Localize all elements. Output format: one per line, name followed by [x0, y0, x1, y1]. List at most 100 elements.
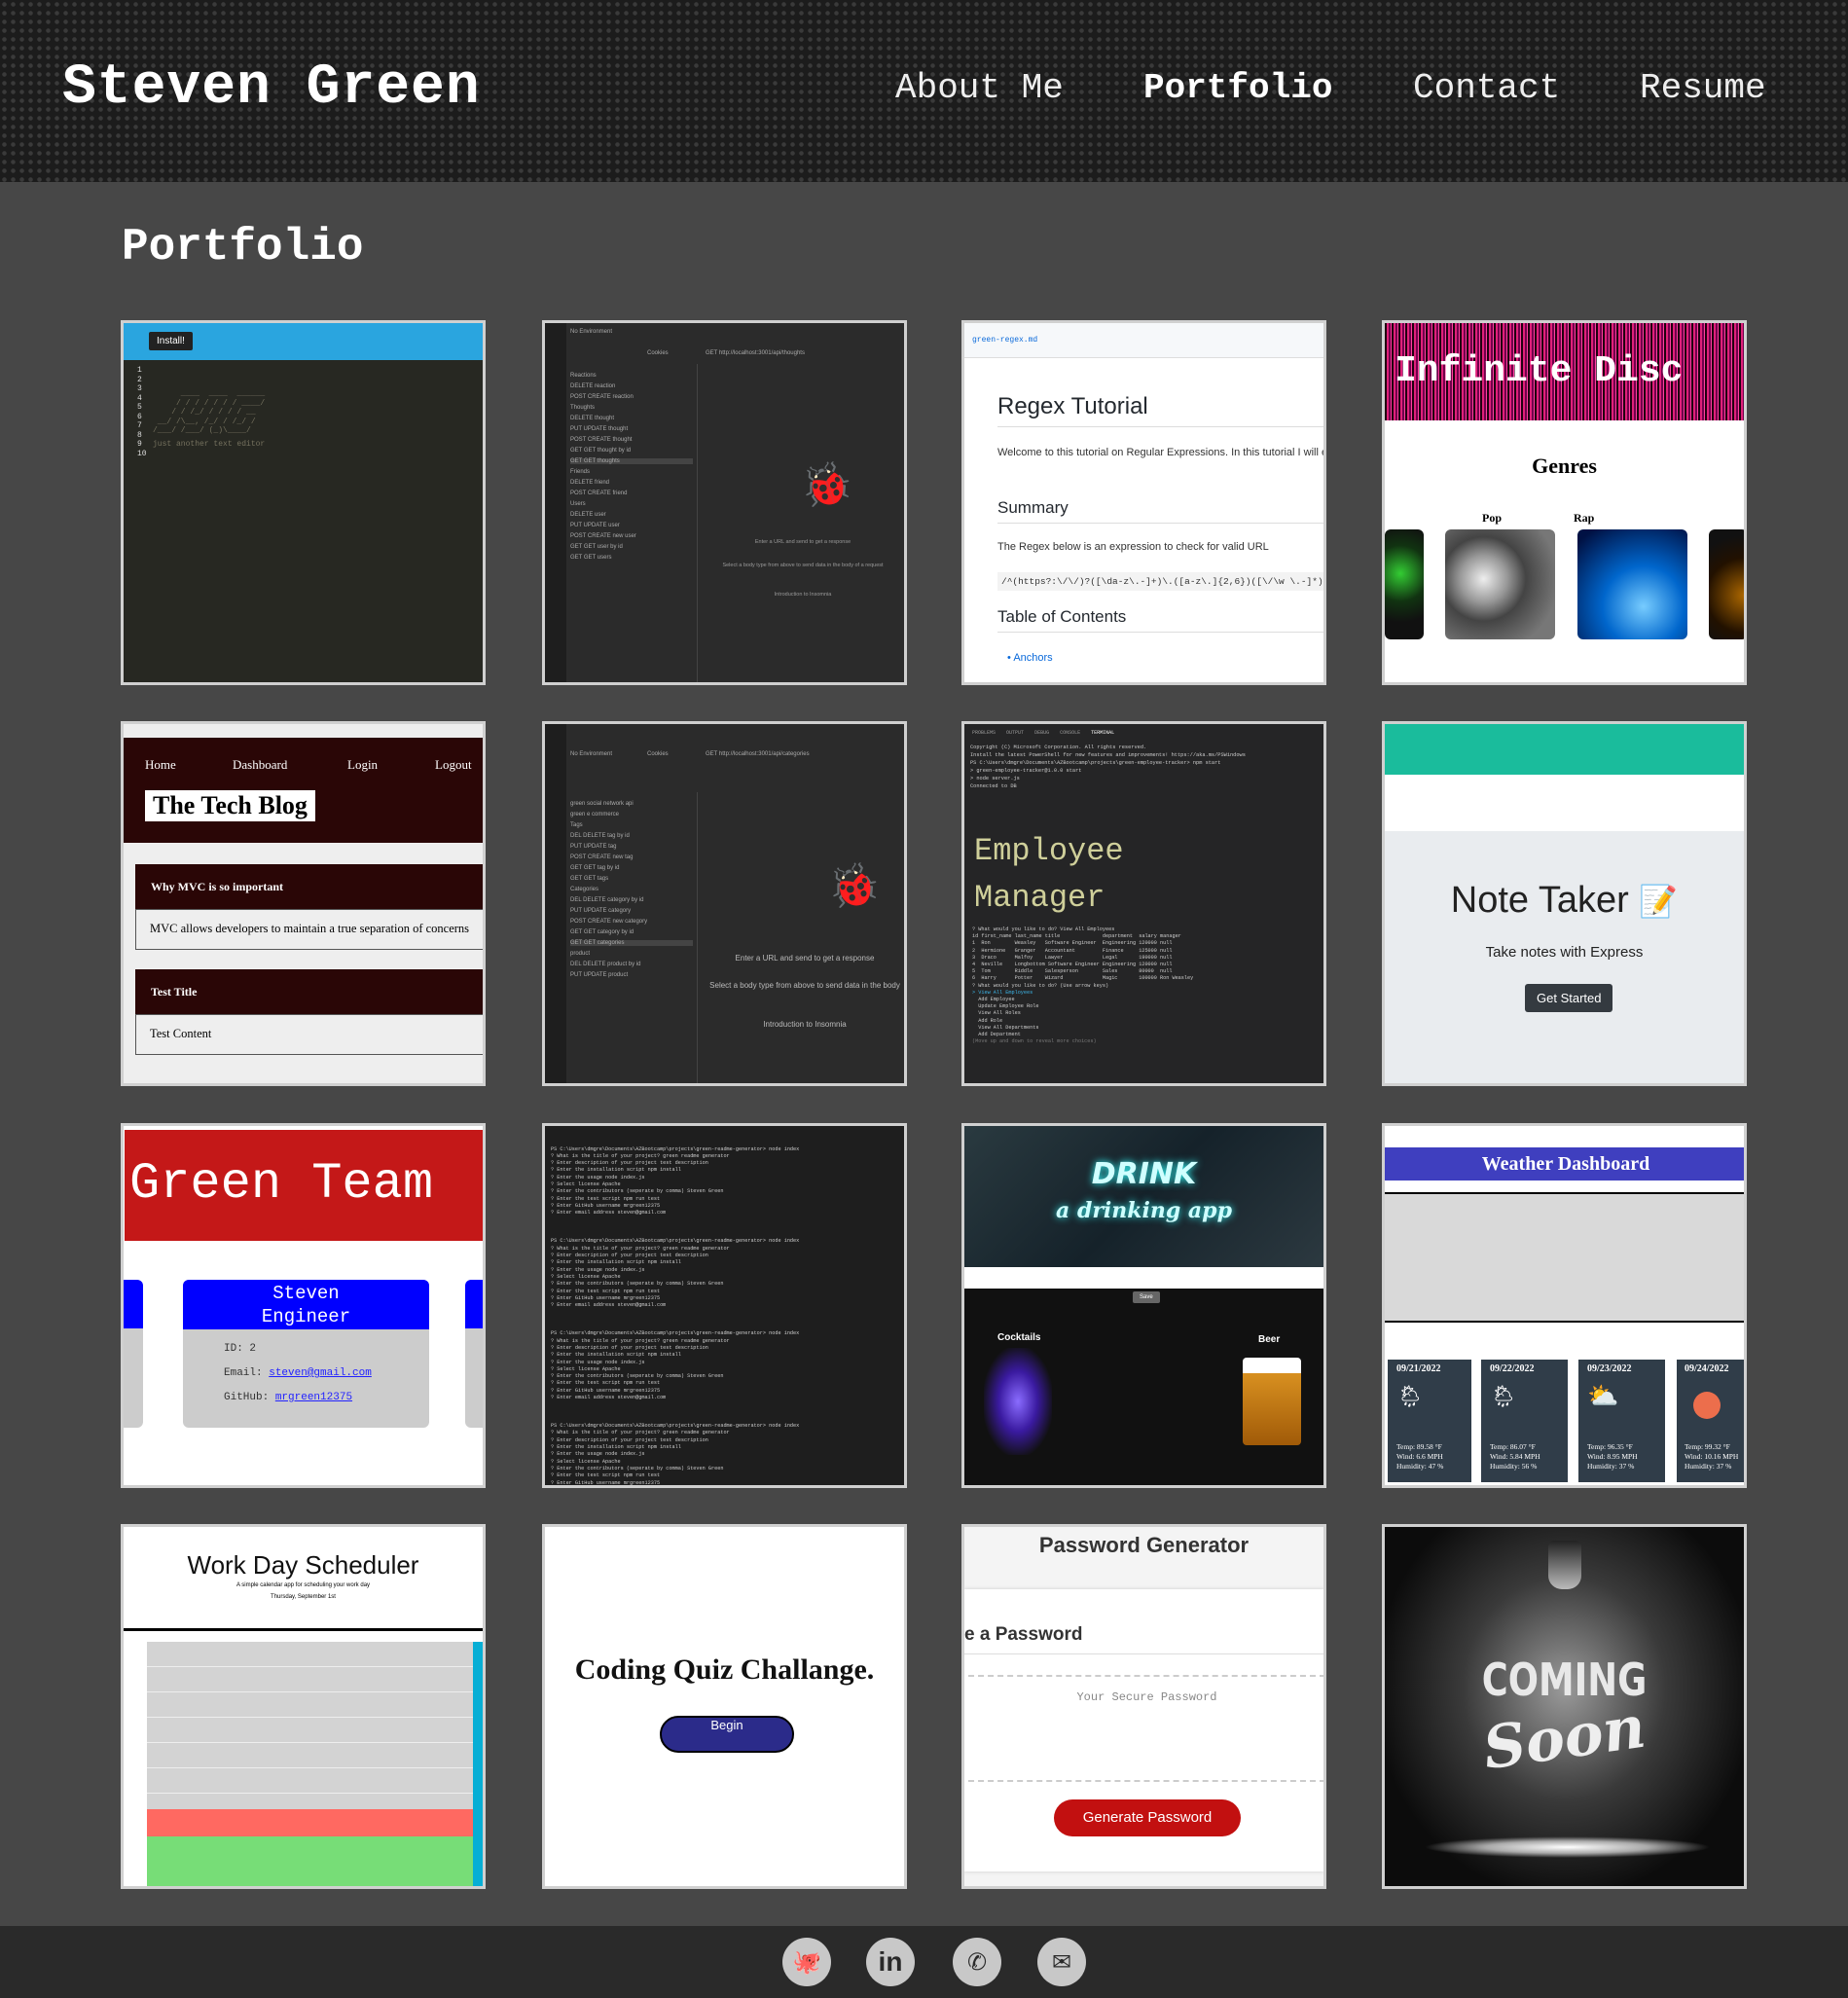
- text: 7: [137, 421, 142, 430]
- decoration: Temp: 86.07 °F Wind: 5.84 MPH Humidity: 56…: [1490, 1442, 1559, 1471]
- project-card-note-taker[interactable]: Note Taker 📝 Take notes with Express Get…: [1382, 721, 1747, 1086]
- text: DEL DELETE tag by id: [570, 833, 630, 839]
- text: ? Enter the installation script npm inst…: [551, 1352, 681, 1359]
- decoration: [1385, 724, 1744, 775]
- project-card-weather-dashboard[interactable]: Weather Dashboard 09/21/2022 🌦 Temp: 89.…: [1382, 1123, 1747, 1488]
- text[interactable]: Test Title: [135, 969, 483, 1014]
- text: Password Generator: [1038, 1533, 1250, 1557]
- time-block-present[interactable]: [147, 1809, 473, 1836]
- email-link[interactable]: steven@gmail.com: [269, 1367, 372, 1379]
- install-button[interactable]: Install!: [149, 332, 193, 350]
- request-list[interactable]: Reactions DELETE reaction POST CREATE reac…: [566, 364, 698, 682]
- text: Wind: 5.84 MPH: [1490, 1452, 1540, 1461]
- github-icon[interactable]: 🐙: [782, 1938, 831, 1986]
- project-card-green-team[interactable]: Green Team Steven Engineer ID: 2 Email: s…: [121, 1123, 486, 1488]
- text: Temp: 89.58 °F: [1396, 1442, 1442, 1451]
- project-card-employee-manager[interactable]: PROBLEMS OUTPUT DEBUG CONSOLE TERMINAL C…: [961, 721, 1326, 1086]
- text: Thursday, September 1st: [271, 1594, 336, 1600]
- save-button[interactable]: Save: [1133, 1291, 1160, 1303]
- email-icon[interactable]: ✉: [1037, 1938, 1086, 1986]
- text: ? Enter email address steven@gmail.com: [551, 1394, 667, 1400]
- generate-password-button[interactable]: Generate Password: [1054, 1799, 1241, 1836]
- text: 4 Neville Longbottom Software Engineer E…: [972, 962, 1173, 968]
- text[interactable]: Home: [145, 757, 176, 773]
- text[interactable]: Logout: [435, 757, 472, 773]
- text[interactable]: Cocktails: [997, 1332, 1040, 1343]
- genre-image[interactable]: [1385, 529, 1424, 639]
- text: 1: [137, 366, 142, 375]
- url-bar[interactable]: GET http://localhost:3001/api/categories: [706, 751, 810, 757]
- text[interactable]: Login: [347, 757, 378, 773]
- cocktail-image[interactable]: [984, 1348, 1052, 1455]
- decoration: PROBLEMS OUTPUT DEBUG CONSOLE TERMINAL: [972, 730, 1114, 736]
- project-card-ecommerce-api[interactable]: No Environment Cookies GET http://localh…: [542, 721, 907, 1086]
- save-buttons[interactable]: [473, 1642, 483, 1886]
- url-bar[interactable]: GET http://localhost:3001/api/thoughts: [706, 350, 805, 356]
- time-block-future[interactable]: [147, 1836, 473, 1886]
- text: GET GET tags: [570, 876, 609, 882]
- beer-image[interactable]: [1243, 1358, 1301, 1445]
- project-card-infinite-disc[interactable]: Infinite Disc Genres Pop Rap: [1382, 320, 1747, 685]
- password-output[interactable]: Your Secure Password: [968, 1675, 1323, 1782]
- nav-about-me[interactable]: About Me: [895, 68, 1064, 108]
- text: Add Role: [972, 1017, 1003, 1024]
- project-card-regex-tutorial[interactable]: green-regex.md Regex Tutorial Welcome to…: [961, 320, 1326, 685]
- linkedin-icon[interactable]: in: [866, 1938, 915, 1986]
- text[interactable]: Why MVC is so important: [135, 864, 483, 909]
- genre-image-rap[interactable]: [1577, 529, 1687, 639]
- whatsapp-icon[interactable]: ✆: [953, 1938, 1001, 1986]
- text: ? Enter GitHub username mrgreen12375: [551, 1202, 661, 1209]
- text: 1 Ron Weasley Software Engineer Engineer…: [972, 940, 1173, 947]
- toc-link-anchors[interactable]: • Anchors: [1007, 652, 1053, 664]
- text: GET GET thoughts: [570, 458, 693, 464]
- text: PS C:\Users\dmgre\Documents\AZBootcamp\p…: [551, 1423, 800, 1430]
- project-card-drink-app[interactable]: DRINK a drinking app Save Cocktails Beer: [961, 1123, 1326, 1488]
- text: Wind: 8.95 MPH: [1587, 1452, 1638, 1461]
- project-card-text-editor[interactable]: Install! 1 2 3 4 5 6 7 8 9 10 ____ ____ ______ / …: [121, 320, 486, 685]
- text: 9: [137, 440, 142, 449]
- text[interactable]: Dashboard: [233, 757, 287, 773]
- project-card-social-network-api[interactable]: No Environment Cookies GET http://localh…: [542, 320, 907, 685]
- text: Welcome to this tutorial on Regular Expr…: [997, 447, 1323, 458]
- nav-contact[interactable]: Contact: [1413, 68, 1560, 108]
- text: Enter a URL and send to get a response: [754, 539, 852, 545]
- text: ? Select license Apache: [551, 1273, 621, 1280]
- insomnia-intro-link[interactable]: Introduction to Insomnia: [704, 1020, 904, 1030]
- text: POST CREATE new category: [570, 919, 648, 925]
- decoration: [545, 323, 566, 682]
- text: View All Departments: [972, 1024, 1039, 1031]
- request-list[interactable]: green social network api green e commerce…: [566, 792, 698, 1083]
- get-started-button[interactable]: Get Started: [1525, 984, 1613, 1012]
- site-brand[interactable]: Steven Green: [62, 56, 481, 120]
- text: Email:: [224, 1367, 263, 1379]
- text: ID: 2: [224, 1343, 257, 1355]
- text: ? Enter the installation script npm inst…: [551, 1259, 681, 1266]
- project-card-coding-quiz[interactable]: Coding Quiz Challange. Begin: [542, 1524, 907, 1889]
- decoration: Copyright (C) Microsoft Corporation. All…: [964, 738, 1251, 796]
- genre-image-pop[interactable]: [1445, 529, 1555, 639]
- text: Temp: 99.32 °F: [1685, 1442, 1730, 1451]
- page-title: Portfolio: [122, 222, 364, 272]
- decoration: ? What would you like to do? View All Em…: [964, 926, 1201, 1045]
- text: ? Enter the installation script npm inst…: [551, 1167, 681, 1174]
- project-card-work-day-scheduler[interactable]: Work Day Scheduler A simple calendar app…: [121, 1524, 486, 1889]
- project-card-tech-blog[interactable]: Home Dashboard Login Logout The Tech Blo…: [121, 721, 486, 1086]
- text: GET GET tag by id: [570, 865, 620, 871]
- project-card-password-generator[interactable]: Password Generator e a Password Your Sec…: [961, 1524, 1326, 1889]
- begin-button[interactable]: Begin: [660, 1716, 794, 1753]
- text: 5 Tom Riddle Salesperson Sales 80000 nul…: [972, 968, 1173, 975]
- text: Summary: [997, 498, 1323, 524]
- decoration: [545, 724, 566, 1083]
- github-link[interactable]: mrgreen12375: [275, 1392, 352, 1403]
- project-card-coming-soon[interactable]: COMING Soon: [1382, 1524, 1747, 1889]
- text: Copyright (C) Microsoft Corporation. All…: [970, 745, 1147, 750]
- text: 3: [137, 384, 142, 393]
- text: http://localhost:3001/api/categories: [718, 751, 810, 757]
- nav-resume[interactable]: Resume: [1640, 68, 1766, 108]
- time-blocks-past[interactable]: [147, 1642, 473, 1809]
- project-card-readme-generator[interactable]: PS C:\Users\dmgre\Documents\AZBootcamp\p…: [542, 1123, 907, 1488]
- nav-portfolio[interactable]: Portfolio: [1143, 68, 1332, 108]
- text[interactable]: Beer: [1258, 1334, 1280, 1345]
- text: PS C:\Users\dmgre\Documents\AZBootcamp\p…: [551, 1238, 800, 1245]
- genre-image[interactable]: [1709, 529, 1744, 639]
